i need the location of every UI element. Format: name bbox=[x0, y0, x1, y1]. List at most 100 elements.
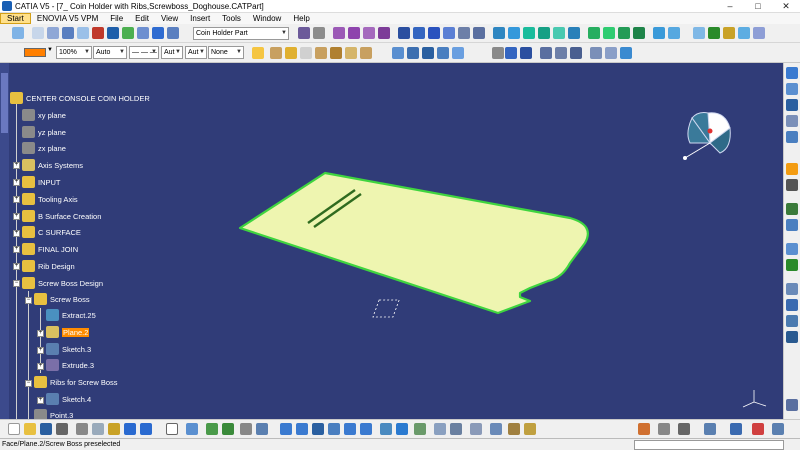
zoom-combo[interactable]: 100% ▼ bbox=[56, 46, 92, 59]
extrude-icon[interactable] bbox=[333, 27, 345, 39]
copy-icon[interactable] bbox=[92, 423, 104, 435]
sphere-icon[interactable] bbox=[206, 423, 218, 435]
intersection-icon[interactable] bbox=[555, 47, 567, 59]
thickness-combo[interactable]: Aut ▼ bbox=[161, 46, 183, 59]
tree-item-screw-boss-design[interactable]: Screw Boss Design bbox=[22, 276, 103, 290]
menu-start[interactable]: Start bbox=[0, 13, 31, 24]
projection-icon[interactable] bbox=[540, 47, 552, 59]
law-icon[interactable] bbox=[345, 47, 357, 59]
magnifier-icon[interactable] bbox=[678, 423, 690, 435]
spline-icon[interactable] bbox=[137, 27, 149, 39]
3d-viewport[interactable]: CENTER CONSOLE COIN HOLDER xy plane yz p… bbox=[0, 63, 783, 419]
boundary-icon[interactable] bbox=[458, 27, 470, 39]
part-face[interactable] bbox=[238, 171, 589, 315]
expand-icon[interactable]: + bbox=[13, 162, 20, 169]
snap-icon[interactable] bbox=[47, 27, 59, 39]
parallel-curve-icon[interactable] bbox=[570, 47, 582, 59]
maximize-button[interactable]: □ bbox=[744, 0, 772, 13]
iso-view-icon[interactable] bbox=[396, 423, 408, 435]
trim-icon[interactable] bbox=[443, 27, 455, 39]
wireframe-tools-icon[interactable] bbox=[786, 131, 798, 143]
tree-item-zx-plane[interactable]: zx plane bbox=[22, 141, 66, 155]
tree-item-input[interactable]: INPUT bbox=[22, 175, 61, 189]
expand-icon[interactable]: + bbox=[13, 230, 20, 237]
new-icon[interactable] bbox=[8, 423, 20, 435]
collapse-icon[interactable]: − bbox=[13, 280, 20, 287]
repetition-icon[interactable] bbox=[407, 47, 419, 59]
design-table-icon[interactable] bbox=[330, 47, 342, 59]
expand-icon[interactable]: + bbox=[37, 363, 44, 370]
paintbrush-icon[interactable] bbox=[252, 47, 264, 59]
polyline-icon[interactable] bbox=[520, 47, 532, 59]
tree-item-sketch-3[interactable]: Sketch.3 bbox=[46, 342, 91, 356]
volumes-icon[interactable] bbox=[786, 259, 798, 271]
tree-item-final-join[interactable]: FINAL JOIN bbox=[22, 242, 78, 256]
catalog-browser-icon[interactable] bbox=[730, 423, 742, 435]
macro-icon[interactable] bbox=[704, 423, 716, 435]
tree-item-point-3[interactable]: Point.3 bbox=[34, 408, 73, 419]
tree-item-axis-systems[interactable]: Axis Systems bbox=[22, 158, 83, 172]
line-icon[interactable] bbox=[152, 27, 164, 39]
layer-combo[interactable]: Aut ▼ bbox=[185, 46, 207, 59]
tree-item-ribs-for-screw-boss[interactable]: Ribs for Screw Boss bbox=[34, 375, 118, 389]
collapse-icon[interactable]: − bbox=[25, 297, 32, 304]
wireframe-icon[interactable] bbox=[452, 47, 464, 59]
capture-icon[interactable] bbox=[752, 423, 764, 435]
corner-icon[interactable] bbox=[668, 27, 680, 39]
healing-icon[interactable] bbox=[413, 27, 425, 39]
menu-window[interactable]: Window bbox=[247, 14, 287, 23]
volume-icon[interactable] bbox=[422, 47, 434, 59]
tree-item-tooling-axis[interactable]: Tooling Axis bbox=[22, 192, 78, 206]
measure-between-icon[interactable] bbox=[470, 423, 482, 435]
dimension-icon[interactable] bbox=[77, 27, 89, 39]
print-icon[interactable] bbox=[56, 423, 68, 435]
tree-item-c-surface[interactable]: C SURFACE bbox=[22, 225, 81, 239]
analysis-tools-icon[interactable] bbox=[786, 283, 798, 295]
geometry-icon[interactable] bbox=[786, 99, 798, 111]
render-icon[interactable] bbox=[222, 423, 234, 435]
expand-icon[interactable]: + bbox=[37, 397, 44, 404]
plane-icon[interactable] bbox=[392, 47, 404, 59]
knowledge-icon[interactable] bbox=[360, 47, 372, 59]
reference-icon[interactable] bbox=[786, 83, 798, 95]
paste-icon[interactable] bbox=[108, 423, 120, 435]
expand-icon[interactable]: + bbox=[37, 330, 44, 337]
rotate-icon[interactable] bbox=[523, 27, 535, 39]
undo-icon[interactable] bbox=[124, 423, 136, 435]
menu-view[interactable]: View bbox=[155, 14, 184, 23]
expand-icon[interactable]: + bbox=[13, 196, 20, 203]
collapse-icon[interactable]: − bbox=[25, 380, 32, 387]
transform-icon[interactable] bbox=[786, 219, 798, 231]
tree-item-plane-2[interactable]: Plane.2 bbox=[46, 325, 90, 339]
expand-icon[interactable]: + bbox=[13, 179, 20, 186]
menu-insert[interactable]: Insert bbox=[184, 14, 216, 23]
swap-space-icon[interactable] bbox=[450, 423, 462, 435]
tree-item-extract[interactable]: Extract.25 bbox=[46, 308, 96, 322]
tree-item-extrude-3[interactable]: Extrude.3 bbox=[46, 358, 94, 372]
menu-help[interactable]: Help bbox=[287, 14, 315, 23]
surface-icon[interactable] bbox=[693, 27, 705, 39]
shell-icon[interactable] bbox=[633, 27, 645, 39]
developed-shapes-icon[interactable] bbox=[786, 331, 798, 343]
linetype-combo[interactable]: Auto ▼ bbox=[93, 46, 127, 59]
reflect-line-icon[interactable] bbox=[605, 47, 617, 59]
constraint-icon[interactable] bbox=[62, 27, 74, 39]
rib-icon[interactable] bbox=[708, 27, 720, 39]
zoom-out-icon[interactable] bbox=[360, 423, 372, 435]
compass-icon[interactable] bbox=[680, 103, 740, 168]
redo-icon[interactable] bbox=[140, 423, 152, 435]
expand-icon[interactable]: + bbox=[13, 213, 20, 220]
sketcher-icon[interactable] bbox=[786, 67, 798, 79]
filter-combo[interactable]: None ▼ bbox=[208, 46, 244, 59]
mass-icon[interactable] bbox=[508, 423, 520, 435]
color-swatch[interactable] bbox=[24, 48, 46, 57]
thickness-icon[interactable] bbox=[603, 27, 615, 39]
advanced-surfaces-icon[interactable] bbox=[786, 315, 798, 327]
expand-icon[interactable]: + bbox=[37, 347, 44, 354]
extract-icon[interactable] bbox=[473, 27, 485, 39]
formula-fx-icon[interactable] bbox=[166, 423, 178, 435]
menu-tools[interactable]: Tools bbox=[216, 14, 247, 23]
symmetry-icon[interactable] bbox=[538, 27, 550, 39]
normal-view-icon[interactable] bbox=[380, 423, 392, 435]
select-cursor-icon[interactable] bbox=[786, 163, 798, 175]
